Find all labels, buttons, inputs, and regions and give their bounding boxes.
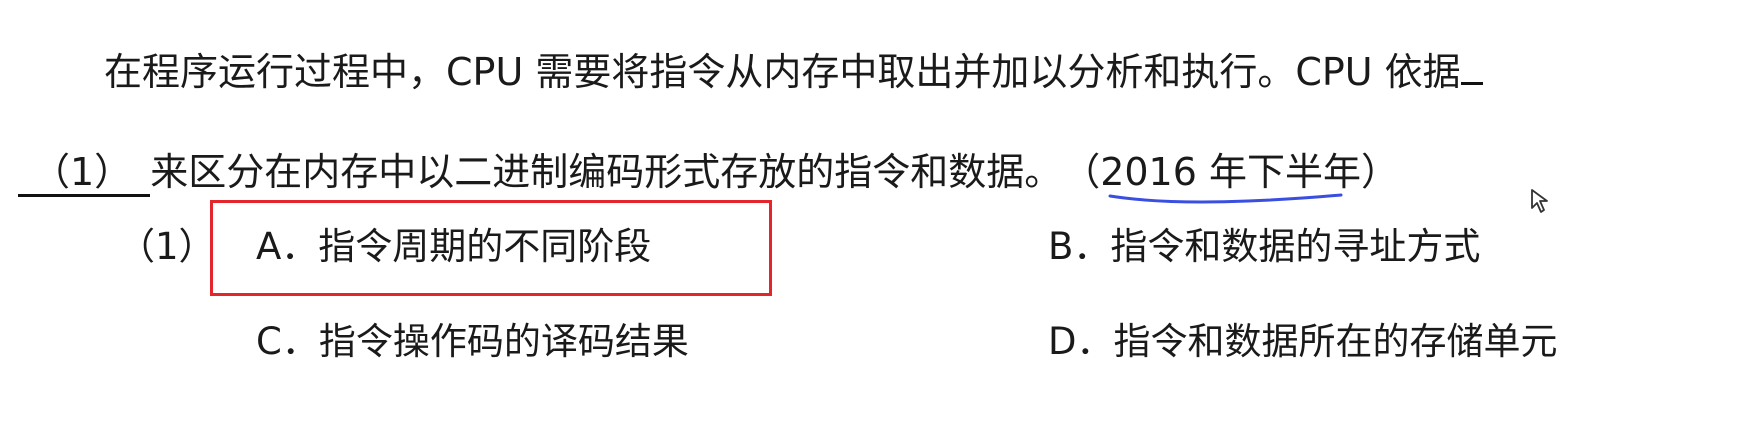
blank-1: （1） xyxy=(18,150,151,197)
year-note: （2016 年下半年） xyxy=(1062,150,1399,204)
blank-label: （1） xyxy=(32,150,133,194)
option-b: B．指令和数据的寻址方式 xyxy=(1048,225,1481,268)
option-c: C．指令操作码的译码结果 xyxy=(256,320,689,363)
blank-underline-start xyxy=(1460,48,1483,85)
option-group-label: （1） xyxy=(118,225,216,268)
question-line-2: （1） 来区分在内存中以二进制编码形式存放的指令和数据。（2016 年下半年） xyxy=(18,150,1399,204)
option-d: D．指令和数据所在的存储单元 xyxy=(1048,320,1558,363)
handwritten-underline xyxy=(1108,193,1343,204)
question-text-1: 在程序运行过程中，CPU 需要将指令从内存中取出并加以分析和执行。CPU 依据 xyxy=(104,50,1461,94)
question-line-1: 在程序运行过程中，CPU 需要将指令从内存中取出并加以分析和执行。CPU 依据 xyxy=(104,48,1483,94)
mouse-cursor-icon xyxy=(1531,189,1548,213)
option-a: A．指令周期的不同阶段 xyxy=(256,225,652,268)
question-text-2: 来区分在内存中以二进制编码形式存放的指令和数据。 xyxy=(150,150,1063,194)
year-note-text: （2016 年下半年） xyxy=(1062,150,1399,194)
